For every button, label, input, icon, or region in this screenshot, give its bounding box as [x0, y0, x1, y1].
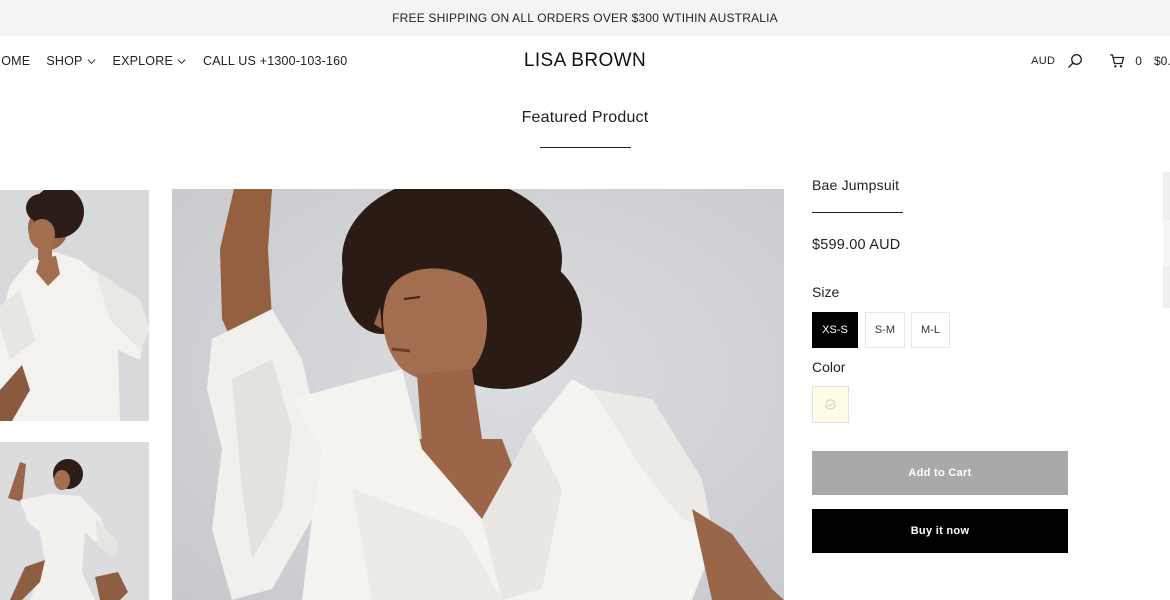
add-to-cart-button[interactable]: Add to Cart: [812, 451, 1068, 495]
cart-icon[interactable]: [1109, 53, 1125, 69]
check-icon: [825, 399, 836, 410]
color-label: Color: [812, 359, 846, 375]
buy-it-now-button[interactable]: Buy it now: [812, 509, 1068, 553]
size-option-m-l[interactable]: M-L: [911, 312, 950, 348]
thumbnail-photo-2: [0, 442, 149, 600]
title-divider: [540, 147, 631, 148]
announcement-bar: FREE SHIPPING ON ALL ORDERS OVER $300 WT…: [0, 0, 1170, 36]
brand-logo[interactable]: LISA BROWN: [524, 50, 646, 71]
chevron-down-icon: [87, 58, 96, 64]
header-actions: AUD 0 $0.00: [1031, 53, 1170, 69]
product-name-divider: [812, 212, 903, 213]
currency-selector[interactable]: AUD: [1031, 55, 1055, 67]
site-header: HOME SHOP EXPLORE CALL US +1300-103-160 …: [0, 36, 1170, 88]
product-name: Bae Jumpsuit: [812, 177, 900, 193]
size-options: XS-S S-M M-L: [812, 312, 956, 348]
color-swatch-cream[interactable]: [812, 386, 849, 423]
size-option-s-m[interactable]: S-M: [865, 312, 905, 348]
section-title: Featured Product: [521, 109, 649, 126]
chevron-down-icon: [177, 58, 186, 64]
thumbnail-photo-1: [0, 190, 149, 421]
main-product-photo: [172, 189, 784, 600]
main-nav: HOME SHOP EXPLORE CALL US +1300-103-160: [0, 54, 363, 68]
product-thumbnail-2[interactable]: [0, 442, 149, 600]
product-thumbnail-1[interactable]: [0, 190, 149, 421]
size-label: Size: [812, 284, 840, 300]
cart-count[interactable]: 0: [1135, 54, 1142, 68]
side-scroll-tab[interactable]: [1163, 172, 1170, 220]
announcement-text: FREE SHIPPING ON ALL ORDERS OVER $300 WT…: [392, 11, 778, 25]
nav-explore[interactable]: EXPLORE: [113, 54, 187, 68]
nav-shop[interactable]: SHOP: [46, 54, 96, 68]
nav-call-us[interactable]: CALL US +1300-103-160: [203, 54, 347, 68]
nav-explore-label: EXPLORE: [112, 54, 173, 68]
nav-home-label: HOME: [0, 54, 31, 68]
search-icon[interactable]: [1067, 53, 1083, 69]
side-scroll-tab[interactable]: [1163, 266, 1170, 308]
product-price: $599.00 AUD: [812, 237, 901, 253]
side-scroll-tab[interactable]: [1163, 220, 1170, 266]
cart-total[interactable]: $0.00: [1154, 54, 1170, 68]
product-main-image[interactable]: [172, 189, 784, 600]
nav-home[interactable]: HOME: [0, 54, 30, 68]
nav-shop-label: SHOP: [46, 54, 83, 68]
size-option-xs-s[interactable]: XS-S: [812, 312, 858, 348]
nav-call-label: CALL US +1300-103-160: [203, 54, 348, 68]
